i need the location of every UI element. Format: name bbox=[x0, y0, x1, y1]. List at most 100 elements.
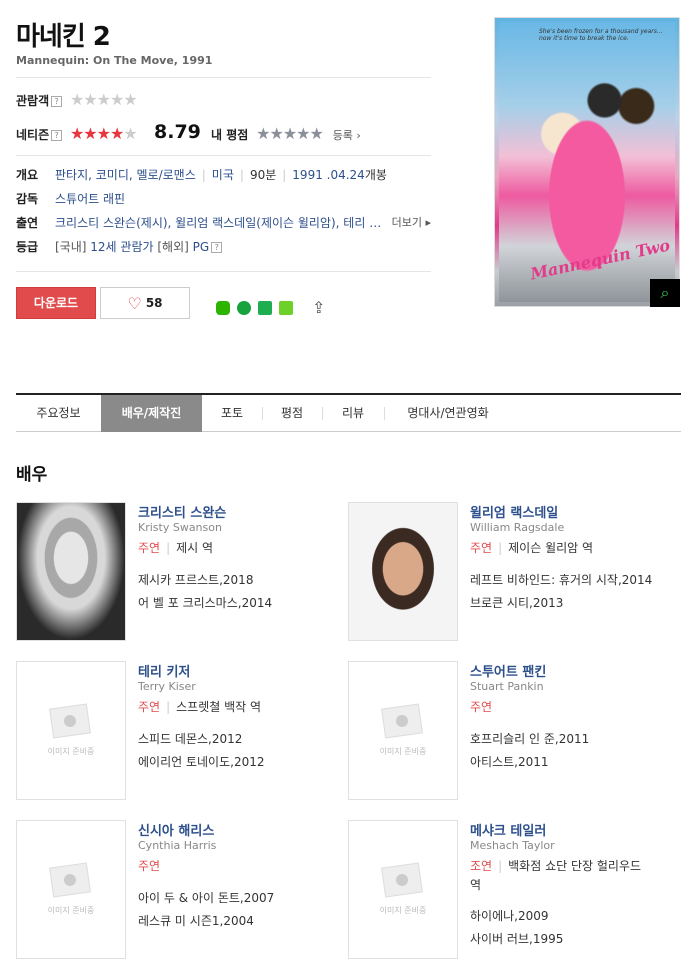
help-icon[interactable]: ? bbox=[51, 130, 63, 141]
director-label: 감독 bbox=[16, 192, 39, 206]
help-icon[interactable]: ? bbox=[51, 96, 63, 107]
genre-label: 개요 bbox=[16, 168, 39, 182]
actor-role: 주연 | 스프렛쳘 백작 역 bbox=[138, 700, 262, 714]
no-image-placeholder: 이미지 준비중 bbox=[17, 821, 125, 958]
release-suffix: 개봉 bbox=[364, 168, 387, 182]
more-link[interactable]: 더보기 ▸ bbox=[392, 214, 431, 230]
actor-work[interactable]: 스피드 데몬스,2012 bbox=[138, 730, 242, 747]
line-share-icon[interactable] bbox=[216, 301, 230, 315]
image-placeholder-icon bbox=[49, 703, 91, 739]
actor-work[interactable]: 사이버 러브,1995 bbox=[470, 930, 563, 947]
genres-link[interactable]: 판타지, 코미디, 멜로/로맨스 bbox=[55, 168, 196, 182]
no-image-placeholder: 이미지 준비중 bbox=[17, 662, 125, 799]
movie-subtitle: Mannequin: On The Move, 1991 bbox=[16, 54, 213, 67]
actor-photo[interactable]: 이미지 준비중 bbox=[348, 820, 458, 959]
country-link[interactable]: 미국 bbox=[212, 168, 234, 182]
audience-rating: 관람객? ★★★★★ bbox=[16, 90, 138, 109]
actor-photo[interactable] bbox=[348, 502, 458, 641]
actor-work[interactable]: 에이리언 토네이도,2012 bbox=[138, 753, 265, 770]
poster-tagline: She's been frozen for a thousand years..… bbox=[539, 28, 663, 42]
tab-photo[interactable]: 포토 bbox=[202, 395, 262, 432]
heart-icon: ♡ bbox=[127, 293, 142, 313]
actor-role: 조연 | 백화점 쇼단 단장 헐리우드 역 bbox=[470, 859, 642, 892]
grade-intl-link[interactable]: PG bbox=[193, 240, 210, 254]
share-icon[interactable]: ⇪ bbox=[312, 298, 325, 317]
like-count: 58 bbox=[145, 296, 163, 310]
tab-review[interactable]: 리뷰 bbox=[322, 395, 384, 432]
register-link[interactable]: 등록 bbox=[333, 129, 353, 142]
actor-name[interactable]: 윌리엄 랙스데일 bbox=[470, 502, 558, 521]
actor-name-en: Cynthia Harris bbox=[138, 839, 217, 852]
divider bbox=[16, 77, 431, 78]
actor-work[interactable]: 브로큰 시티,2013 bbox=[470, 594, 563, 611]
info-grade: 등급 [국내] 12세 관람가 [해외] PG? bbox=[16, 238, 223, 255]
runtime: 90분 bbox=[249, 168, 277, 182]
actor-work[interactable]: 하이에나,2009 bbox=[470, 907, 549, 924]
actor-name-en: Meshach Taylor bbox=[470, 839, 555, 852]
actor-work[interactable]: 레스큐 미 시즌1,2004 bbox=[138, 912, 254, 929]
grade-label: 등급 bbox=[16, 240, 39, 254]
actor-name-en: William Ragsdale bbox=[470, 521, 565, 534]
actor-role: 주연 bbox=[470, 700, 493, 714]
tab-cast-crew[interactable]: 배우/제작진 bbox=[101, 395, 202, 432]
cast-links[interactable]: 크리스티 스완슨(제시), 윌리엄 랙스데일(제이슨 윌리암), 테리 … bbox=[55, 216, 381, 230]
no-image-placeholder: 이미지 준비중 bbox=[349, 821, 457, 958]
info-cast: 출연 크리스티 스완슨(제시), 윌리엄 랙스데일(제이슨 윌리암), 테리 … … bbox=[16, 214, 431, 231]
actor-work[interactable]: 레프트 비하인드: 휴거의 시작,2014 bbox=[470, 571, 652, 588]
actor-role: 주연 | 제이슨 윌리암 역 bbox=[470, 541, 594, 555]
actor-photo[interactable]: 이미지 준비중 bbox=[16, 820, 126, 959]
tab-quotes-related[interactable]: 명대사/연관영화 bbox=[384, 395, 512, 432]
bookmark-share-icon[interactable] bbox=[258, 301, 272, 315]
zoom-icon[interactable]: ⌕ bbox=[650, 279, 680, 307]
actor-work[interactable]: 제시카 프르스트,2018 bbox=[138, 571, 253, 588]
actor-name-en: Kristy Swanson bbox=[138, 521, 222, 534]
my-rating[interactable]: 내 평점 ★★★★★ 등록 › bbox=[211, 124, 361, 143]
director-link[interactable]: 스튜어트 래핀 bbox=[55, 192, 125, 206]
actor-name-en: Stuart Pankin bbox=[470, 680, 544, 693]
actor-name[interactable]: 테리 키저 bbox=[138, 661, 190, 680]
image-placeholder-icon bbox=[381, 703, 423, 739]
my-rating-label: 내 평점 bbox=[211, 128, 249, 142]
actor-photo[interactable] bbox=[16, 502, 126, 641]
chevron-right-icon: › bbox=[352, 129, 361, 142]
actor-name-en: Terry Kiser bbox=[138, 680, 196, 693]
cast-label: 출연 bbox=[16, 216, 39, 230]
actor-work[interactable]: 아티스트,2011 bbox=[470, 753, 549, 770]
actor-name[interactable]: 스투어트 팬킨 bbox=[470, 661, 546, 680]
like-button[interactable]: ♡ 58 bbox=[100, 287, 190, 319]
divider bbox=[16, 155, 431, 156]
actor-photo[interactable]: 이미지 준비중 bbox=[348, 661, 458, 800]
section-title: 배우 bbox=[16, 465, 48, 485]
actor-name[interactable]: 메샤크 테일러 bbox=[470, 820, 546, 839]
tab-rating[interactable]: 평점 bbox=[262, 395, 322, 432]
band-share-icon[interactable] bbox=[237, 301, 251, 315]
actor-work[interactable]: 아이 두 & 아이 돈트,2007 bbox=[138, 889, 274, 906]
poster-image: She's been frozen for a thousand years..… bbox=[499, 22, 675, 302]
netizen-stars-off: ★ bbox=[123, 124, 137, 143]
tab-bar: 주요정보 배우/제작진 포토 평점 리뷰 명대사/연관영화 bbox=[16, 393, 681, 432]
actor-role: 주연 | 제시 역 bbox=[138, 541, 214, 555]
release-date-link[interactable]: 1991 .04.24 bbox=[292, 168, 365, 182]
actor-photo[interactable]: 이미지 준비중 bbox=[16, 661, 126, 800]
memo-share-icon[interactable] bbox=[279, 301, 293, 315]
actor-work[interactable]: 어 벨 포 크리스마스,2014 bbox=[138, 594, 272, 611]
actor-role: 주연 bbox=[138, 859, 161, 873]
actor-name[interactable]: 크리스티 스완슨 bbox=[138, 502, 226, 521]
actor-name[interactable]: 신시아 해리스 bbox=[138, 820, 214, 839]
help-icon[interactable]: ? bbox=[211, 242, 223, 253]
info-director: 감독 스튜어트 래핀 bbox=[16, 190, 125, 207]
grade-kr-bracket: [국내] bbox=[55, 240, 87, 254]
movie-poster[interactable]: She's been frozen for a thousand years..… bbox=[494, 17, 680, 307]
info-summary: 개요 판타지, 코미디, 멜로/로맨스 | 미국 | 90분 | 1991 .04.24개봉 bbox=[16, 168, 387, 182]
grade-kr-link[interactable]: 12세 관람가 bbox=[90, 240, 153, 254]
actor-work[interactable]: 호프리슬리 인 준,2011 bbox=[470, 730, 589, 747]
image-placeholder-icon bbox=[381, 862, 423, 898]
audience-label: 관람객 bbox=[16, 94, 50, 108]
poster-title-art: Mannequin Two bbox=[528, 235, 672, 284]
tab-main-info[interactable]: 주요정보 bbox=[16, 395, 101, 432]
download-button[interactable]: 다운로드 bbox=[16, 287, 96, 319]
netizen-stars-on: ★★★★ bbox=[69, 124, 124, 143]
grade-intl-bracket: [해외] bbox=[157, 240, 189, 254]
my-rating-stars[interactable]: ★★★★★ bbox=[256, 124, 324, 143]
movie-title: 마네킨 2 bbox=[16, 22, 111, 52]
